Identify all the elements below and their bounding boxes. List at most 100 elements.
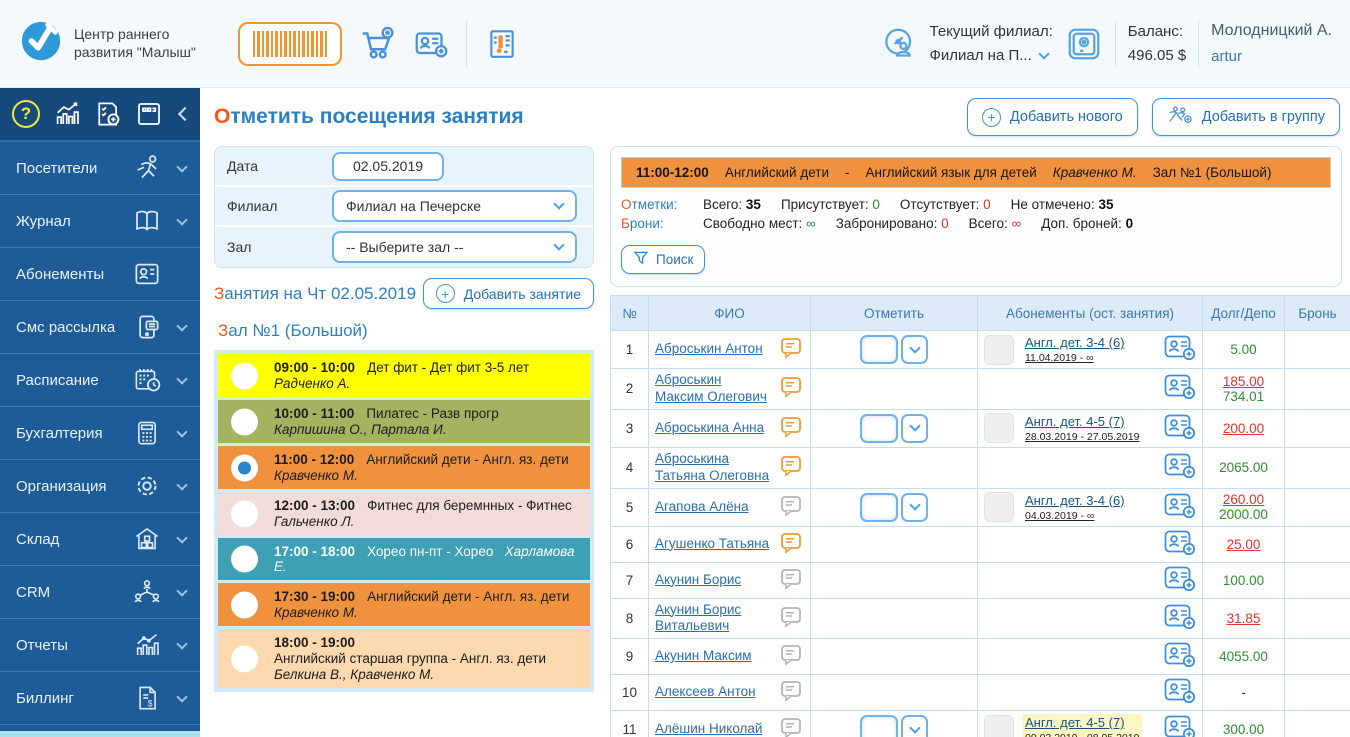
visitor-link[interactable]: Алёшин Николай — [655, 721, 772, 737]
calendar-icon[interactable] — [133, 98, 165, 130]
client-add-icon[interactable] — [412, 25, 450, 63]
lesson-item[interactable]: 09:00 - 10:00Дет фит - Дет фит 3-5 лет Р… — [218, 354, 590, 397]
lesson-radio[interactable] — [231, 362, 258, 389]
add-subscription-icon[interactable] — [1164, 374, 1196, 403]
visitor-link[interactable]: Агапова Алёна — [655, 499, 772, 516]
mark-select[interactable] — [817, 715, 971, 737]
mark-select[interactable] — [817, 414, 971, 443]
branch-selector[interactable]: Филиал на П... — [930, 47, 1053, 64]
debt-value[interactable]: 31.85 — [1209, 611, 1278, 626]
debt-value[interactable]: 260.00 — [1209, 492, 1278, 507]
mark-select[interactable] — [817, 493, 971, 522]
chevron-down-icon — [176, 479, 187, 490]
add-subscription-icon[interactable] — [1164, 493, 1196, 522]
sidebar-item-schedule[interactable]: Расписание — [0, 354, 200, 407]
date-input[interactable] — [332, 152, 444, 181]
visitor-link[interactable]: Акунин Максим — [655, 648, 772, 665]
comment-icon[interactable] — [778, 454, 804, 481]
add-to-group-button[interactable]: Добавить в группу — [1152, 98, 1340, 136]
subscription-link[interactable]: Англ. дет. 3-4 (6) — [1025, 493, 1125, 508]
add-subscription-icon[interactable] — [1164, 566, 1196, 595]
add-subscription-icon[interactable] — [1164, 715, 1196, 737]
add-subscription-icon[interactable] — [1164, 678, 1196, 707]
visitor-link[interactable]: Акунин Борис Витальевич — [655, 602, 772, 636]
visitor-link[interactable]: Аброськина Татьяна Олеговна — [655, 451, 772, 485]
lesson-radio[interactable] — [231, 408, 258, 435]
comment-icon[interactable] — [778, 679, 804, 706]
sidebar-item-visitors[interactable]: Посетители — [0, 142, 200, 195]
lesson-item[interactable]: 18:00 - 19:00 Английский старшая группа … — [218, 629, 590, 688]
sidebar-item-organization[interactable]: Организация — [0, 460, 200, 513]
comment-icon[interactable] — [778, 643, 804, 670]
visitor-link[interactable]: Аброськин Антон — [655, 341, 772, 358]
sidebar-item-subscriptions[interactable]: Абонементы — [0, 248, 200, 301]
sidebar-item-warehouse[interactable]: Склад — [0, 513, 200, 566]
lesson-radio[interactable] — [231, 546, 258, 573]
visitor-link[interactable]: Акунин Борис — [655, 572, 772, 589]
safe-icon[interactable] — [1065, 25, 1103, 63]
tasks-icon[interactable] — [483, 25, 521, 63]
add-new-visitor-button[interactable]: + Добавить нового — [967, 98, 1138, 136]
add-lesson-button[interactable]: + Добавить занятие — [423, 278, 594, 309]
lesson-item[interactable]: 12:00 - 13:00Фитнес для беремнных - Фитн… — [218, 492, 590, 535]
subscription-dates[interactable]: 28.03.2019 - 27.05.2019 — [1025, 431, 1139, 443]
branch-select[interactable]: Филиал на Печерске — [332, 190, 577, 222]
sidebar-item-journal[interactable]: Журнал — [0, 195, 200, 248]
comment-icon[interactable] — [778, 605, 804, 632]
mark-select[interactable] — [817, 335, 971, 364]
user-menu[interactable]: Молодницкий А. artur — [1211, 22, 1332, 65]
add-subscription-icon[interactable] — [1164, 453, 1196, 482]
balance-label: Баланс: — [1128, 23, 1186, 40]
add-subscription-icon[interactable] — [1164, 335, 1196, 364]
subscription-dates[interactable]: 11.04.2019 - ∞ — [1025, 352, 1125, 364]
comment-icon[interactable] — [778, 415, 804, 442]
debt-value[interactable]: 25.00 — [1209, 537, 1278, 552]
help-icon[interactable]: ? — [10, 98, 42, 130]
comment-icon[interactable] — [778, 531, 804, 558]
comment-icon[interactable] — [778, 375, 804, 402]
comment-icon[interactable] — [778, 716, 804, 737]
lesson-radio-selected[interactable] — [231, 454, 258, 481]
debt-value[interactable]: 185.00 — [1209, 374, 1278, 389]
lesson-item[interactable]: 10:00 - 11:00Пилатес - Разв прогр Карпиш… — [218, 400, 590, 443]
visitor-link[interactable]: Аброськина Анна — [655, 420, 772, 437]
subscription-dates[interactable]: 09.03.2019 - 08.05.2019 — [1025, 732, 1139, 737]
barcode-scan-button[interactable] — [238, 22, 342, 66]
sidebar: ? — [0, 88, 200, 737]
subscription-dates[interactable]: 04.03.2019 - ∞ — [1025, 510, 1125, 522]
sidebar-item-billing[interactable]: Биллинг $ — [0, 672, 200, 725]
debt-value[interactable]: 200.00 — [1209, 421, 1278, 436]
visitor-link[interactable]: Алексеев Антон — [655, 684, 772, 701]
lesson-radio[interactable] — [231, 500, 258, 527]
lesson-radio[interactable] — [231, 645, 258, 672]
comment-icon[interactable] — [778, 494, 804, 521]
comment-icon[interactable] — [778, 336, 804, 363]
mark-visits-icon[interactable] — [92, 98, 124, 130]
subscription-link[interactable]: Англ. дет. 3-4 (6) — [1025, 335, 1125, 350]
statistics-icon[interactable] — [51, 98, 83, 130]
search-button[interactable]: Поиск — [621, 245, 705, 274]
sidebar-item-accounting[interactable]: Бухгалтерия — [0, 407, 200, 460]
add-subscription-icon[interactable] — [1164, 642, 1196, 671]
chevron-down-icon — [909, 722, 920, 733]
cart-add-icon[interactable] — [358, 25, 396, 63]
sidebar-item-sms[interactable]: Смс рассылка — [0, 301, 200, 354]
sidebar-item-crm[interactable]: CRM — [0, 566, 200, 619]
visitor-link[interactable]: Агушенко Татьяна — [655, 536, 772, 553]
visitor-link[interactable]: Аброськин Максим Олегович — [655, 372, 772, 406]
session-stats: Отметки: Всего: 35 Присутствует: 0 Отсут… — [621, 197, 1331, 231]
sidebar-collapse-icon[interactable] — [178, 107, 192, 121]
lesson-item[interactable]: 17:30 - 19:00Английский дети - Англ. яз.… — [218, 583, 590, 626]
lesson-item[interactable]: 17:00 - 18:00Хорео пн-пт - Хорео Харламо… — [218, 538, 590, 580]
lesson-item-selected[interactable]: 11:00 - 12:00Английский дети - Англ. яз.… — [218, 446, 590, 489]
subscription-link[interactable]: Англ. дет. 4-5 (7) — [1025, 715, 1139, 730]
subscription-link[interactable]: Англ. дет. 4-5 (7) — [1025, 414, 1139, 429]
sidebar-item-reports[interactable]: Отчеты — [0, 619, 200, 672]
comment-icon[interactable] — [778, 567, 804, 594]
svg-text:$: $ — [148, 699, 153, 709]
room-select[interactable]: -- Выберите зал -- — [332, 231, 577, 263]
add-subscription-icon[interactable] — [1164, 604, 1196, 633]
add-subscription-icon[interactable] — [1164, 530, 1196, 559]
lesson-radio[interactable] — [231, 591, 258, 618]
add-subscription-icon[interactable] — [1164, 414, 1196, 443]
